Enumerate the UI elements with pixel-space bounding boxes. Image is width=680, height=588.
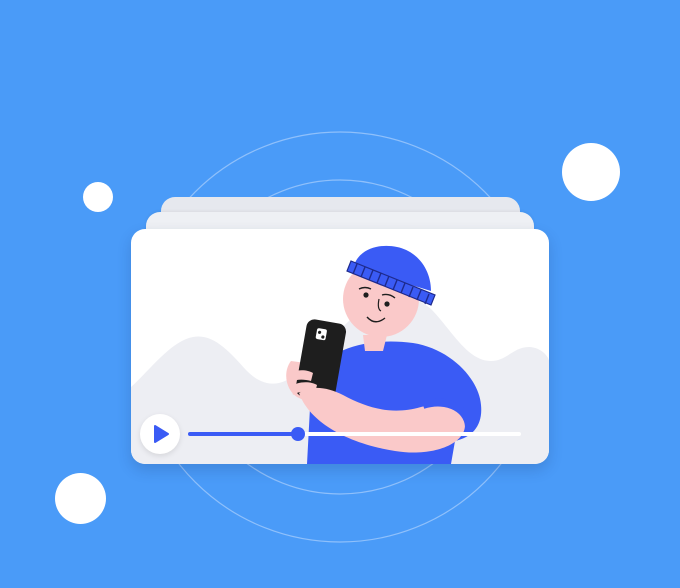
- progress-fill: [188, 432, 298, 436]
- progress-handle[interactable]: [290, 427, 305, 441]
- video-player-card: [131, 229, 549, 464]
- video-illustration: [131, 245, 549, 464]
- progress-track[interactable]: [188, 427, 521, 441]
- play-button[interactable]: [140, 414, 180, 454]
- decor-dot-bottom-left: [55, 473, 106, 524]
- decor-dot-top-right: [562, 143, 620, 201]
- play-icon: [154, 425, 169, 443]
- decor-dot-top-left: [83, 182, 113, 212]
